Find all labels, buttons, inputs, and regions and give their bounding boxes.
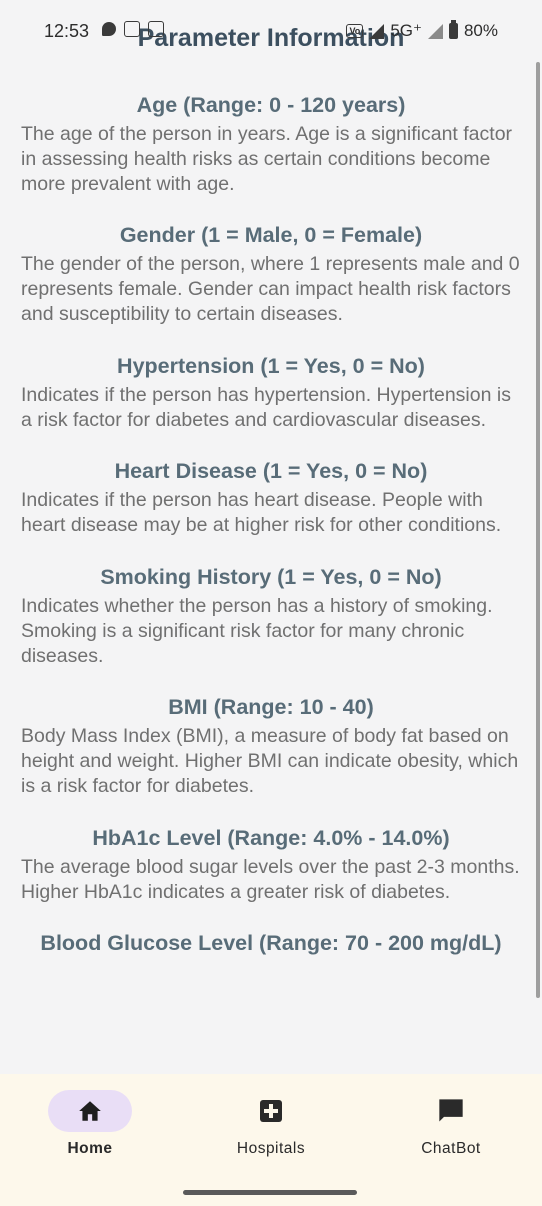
gesture-bar[interactable] (183, 1190, 357, 1195)
parameter-heart-disease: Heart Disease (1 = Yes, 0 = No) Indicate… (0, 454, 542, 538)
parameter-age: Age (Range: 0 - 120 years) The age of th… (0, 88, 542, 196)
chat-icon (439, 1099, 463, 1122)
home-icon (79, 1101, 101, 1121)
parameter-description: The age of the person in years. Age is a… (21, 123, 513, 195)
parameter-title: BMI (Range: 10 - 40) (168, 695, 374, 720)
active-indicator (48, 1090, 132, 1132)
parameter-description: Body Mass Index (BMI), a measure of body… (21, 725, 519, 797)
parameter-description: The average blood sugar levels over the … (21, 855, 520, 903)
status-time: 12:53 (44, 21, 90, 41)
parameter-title: Smoking History (1 = Yes, 0 = No) (100, 564, 442, 589)
signal-icon (369, 23, 385, 39)
parameter-description: Indicates whether the person has a histo… (21, 594, 493, 667)
signal-icon-2 (427, 23, 443, 39)
scrollbar[interactable] (536, 62, 540, 998)
parameter-gender: Gender (1 = Male, 0 = Female) The gender… (0, 218, 542, 326)
bottom-navigation: Home Hospitals ChatBot (0, 1074, 542, 1206)
volte-icon: Vo (346, 24, 364, 38)
parameter-title: Blood Glucose Level (Range: 70 - 200 mg/… (40, 931, 502, 956)
parameter-blood-glucose: Blood Glucose Level (Range: 70 - 200 mg/… (0, 926, 542, 960)
hospital-icon (260, 1100, 282, 1122)
nav-label-home: Home (67, 1140, 113, 1157)
parameter-hba1c: HbA1c Level (Range: 4.0% - 14.0%) The av… (0, 821, 542, 905)
parameter-hypertension: Hypertension (1 = Yes, 0 = No) Indicates… (0, 349, 542, 433)
app-notification-icon (124, 21, 140, 37)
parameter-title: Hypertension (1 = Yes, 0 = No) (117, 353, 425, 378)
network-type: 5G⁺ (390, 21, 422, 40)
battery-level: 80% (463, 21, 498, 40)
status-indicators: Vo 5G⁺ 80% (346, 20, 498, 41)
parameter-description: Indicates if the person has hypertension… (21, 383, 511, 431)
nav-label-chatbot: ChatBot (421, 1140, 481, 1157)
nav-item-chatbot[interactable]: ChatBot (381, 1090, 521, 1158)
chat-notification-icon (102, 22, 116, 36)
parameter-title: HbA1c Level (Range: 4.0% - 14.0%) (92, 825, 450, 850)
parameter-title: Age (Range: 0 - 120 years) (136, 93, 406, 117)
parameter-title: Heart Disease (1 = Yes, 0 = No) (114, 459, 428, 484)
parameter-list[interactable]: Age (Range: 0 - 120 years) The age of th… (0, 88, 542, 1074)
parameter-description: Indicates if the person has heart diseas… (21, 489, 502, 537)
parameter-description: The gender of the person, where 1 repres… (21, 253, 520, 325)
app-notification-icon-2 (148, 21, 164, 37)
nav-item-hospitals[interactable]: Hospitals (201, 1090, 341, 1158)
parameter-smoking-history: Smoking History (1 = Yes, 0 = No) Indica… (0, 560, 542, 668)
parameter-title: Gender (1 = Male, 0 = Female) (119, 223, 423, 248)
parameter-bmi: BMI (Range: 10 - 40) Body Mass Index (BM… (0, 690, 542, 798)
nav-item-home[interactable]: Home (20, 1090, 160, 1158)
nav-label-hospitals: Hospitals (236, 1140, 306, 1157)
notification-icons (102, 21, 164, 37)
battery-icon (448, 20, 458, 39)
status-bar: 12:53 Vo 5G⁺ 80% (0, 0, 542, 62)
